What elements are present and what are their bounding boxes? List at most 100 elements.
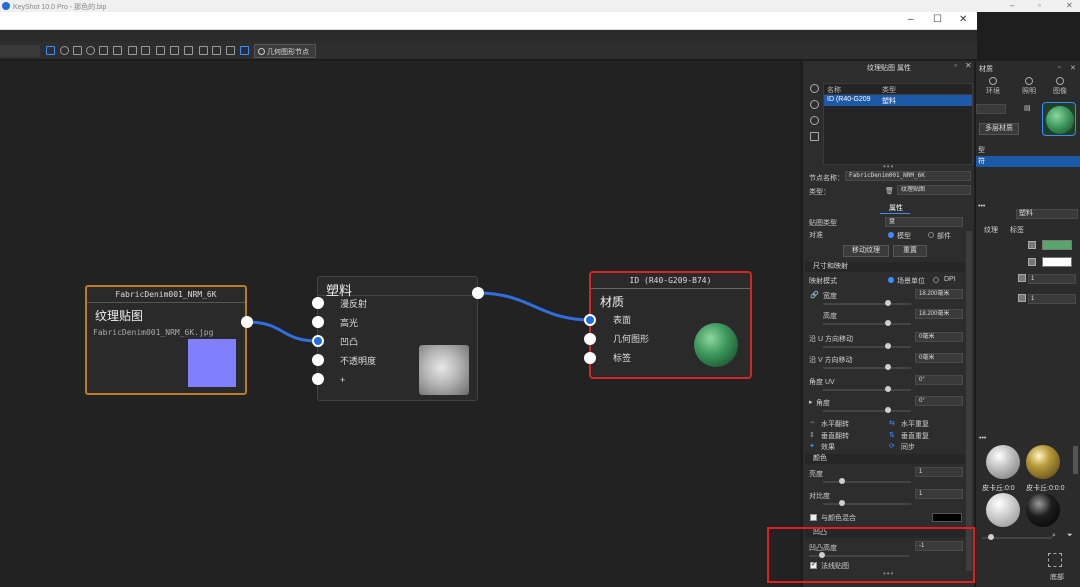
thumb-size-slider-knob[interactable]	[988, 534, 994, 540]
section-size-mapping[interactable]: 尺寸和映射	[805, 262, 965, 272]
node-table-row[interactable]: ID (R40-G209 塑料	[824, 95, 972, 106]
library-float-icon[interactable]: ▫	[1058, 64, 1060, 71]
material-thumb-4[interactable]	[1026, 493, 1060, 527]
material-thumb-1[interactable]	[986, 445, 1020, 479]
contrast-slider-knob[interactable]	[839, 500, 845, 506]
unlink-icon[interactable]	[810, 116, 819, 125]
diffuse-texture-icon[interactable]	[1028, 241, 1036, 249]
contrast-field[interactable]: 1	[915, 489, 963, 499]
texture-output-port[interactable]	[241, 316, 253, 328]
roughness-field[interactable]: 1	[1028, 274, 1076, 284]
blend-color-swatch[interactable]	[932, 513, 962, 522]
opacity-port[interactable]	[312, 354, 324, 366]
material-thumb-2[interactable]	[1026, 445, 1060, 479]
labels-port[interactable]	[584, 352, 596, 364]
v-flip-icon[interactable]: ⇕	[809, 431, 815, 439]
props-float-icon[interactable]: ▫	[954, 61, 957, 70]
effect-label[interactable]: 效果	[821, 442, 835, 452]
refresh-node-icon[interactable]	[810, 84, 819, 93]
v-move-slider[interactable]	[823, 364, 911, 370]
angle-slider-knob[interactable]	[885, 407, 891, 413]
contrast-slider[interactable]	[823, 500, 911, 506]
brightness-field[interactable]: 1	[915, 467, 963, 477]
uv-angle-slider-knob[interactable]	[885, 386, 891, 392]
height-slider-knob[interactable]	[885, 320, 891, 326]
h-repeat-icon[interactable]: ⇆	[889, 419, 895, 427]
section-color[interactable]: 颜色	[805, 454, 965, 464]
align-model-radio[interactable]	[888, 232, 894, 238]
plastic-node[interactable]: 塑料 漫反射 高光 凹凸 不透明度 +	[317, 276, 478, 401]
props-scrollbar[interactable]	[966, 231, 972, 571]
thumb-size-slider[interactable]	[982, 534, 1052, 540]
library-close-icon[interactable]: ✕	[1070, 64, 1076, 72]
material-type-dropdown[interactable]: 塑料	[1016, 209, 1078, 219]
tab-lighting[interactable]: 照明	[1018, 77, 1040, 96]
trash-node-icon[interactable]	[810, 132, 819, 141]
geometry-port[interactable]	[584, 333, 596, 345]
tab-attributes[interactable]: 属性	[889, 203, 903, 213]
refraction-field[interactable]: 1	[1028, 294, 1076, 304]
material-thumb-3[interactable]	[986, 493, 1020, 527]
diffuse-port[interactable]	[312, 297, 324, 309]
h-flip-label[interactable]: 水平翻转	[821, 419, 849, 429]
material-name-field[interactable]	[976, 104, 1006, 114]
multi-layer-material-button[interactable]: 多层材质	[979, 123, 1019, 135]
v-move-field[interactable]: 0毫米	[915, 353, 963, 363]
type-trash-icon[interactable]: 🗑	[885, 187, 894, 195]
library-dots[interactable]: •••	[979, 435, 986, 442]
brightness-slider-knob[interactable]	[839, 478, 845, 484]
diffuse-color-swatch[interactable]	[1042, 240, 1072, 250]
blend-color-checkbox[interactable]	[810, 514, 817, 521]
width-field[interactable]: 18.200毫米	[915, 289, 963, 299]
plastic-output-port[interactable]	[472, 287, 484, 299]
tab-label[interactable]: 标签	[1010, 225, 1024, 235]
specular-texture-icon[interactable]	[1028, 258, 1036, 266]
map-type-select[interactable]: 盘	[885, 217, 963, 227]
sync-icon[interactable]: ⟳	[889, 442, 895, 450]
v-repeat-icon[interactable]: ⇅	[889, 431, 895, 439]
texture-node[interactable]: FabricDenim001_NRM_6K 纹理贴图 FabricDenim00…	[85, 285, 247, 395]
search-icon[interactable]: ⌕	[1052, 532, 1056, 540]
move-texture-button[interactable]: 移动纹理	[843, 245, 889, 257]
link-size-icon[interactable]: 🔗	[810, 291, 819, 299]
link-icon[interactable]	[810, 100, 819, 109]
refraction-texture-icon[interactable]	[1018, 294, 1026, 302]
brightness-slider[interactable]	[823, 478, 911, 484]
angle-field[interactable]: 0°	[915, 396, 963, 406]
height-slider[interactable]	[823, 320, 911, 326]
effect-icon[interactable]: ✦	[809, 442, 815, 450]
props-close-icon[interactable]: ✕	[965, 61, 972, 70]
type-field[interactable]: 纹理贴图	[897, 185, 971, 195]
material-node[interactable]: ID (R40-G209-B74) 材质 表面 几何图形 标签	[589, 271, 752, 379]
filter-icon[interactable]: ⏷	[1067, 532, 1073, 540]
uv-angle-field[interactable]: 0°	[915, 375, 963, 385]
angle-slider[interactable]	[823, 407, 911, 413]
h-flip-icon[interactable]: ⇔	[809, 419, 816, 426]
scene-units-radio[interactable]	[888, 277, 894, 283]
library-scrollbar[interactable]	[1073, 446, 1078, 474]
v-move-slider-knob[interactable]	[885, 364, 891, 370]
bump-port[interactable]	[312, 335, 324, 347]
tab-environment[interactable]: 环境	[982, 77, 1004, 96]
dpi-radio[interactable]	[933, 277, 939, 283]
uv-angle-slider[interactable]	[823, 386, 911, 392]
bottom-label[interactable]: 底部	[1050, 572, 1064, 582]
v-flip-label[interactable]: 垂直翻转	[821, 431, 849, 441]
add-port[interactable]	[312, 373, 324, 385]
align-part-radio[interactable]	[928, 232, 934, 238]
current-material-preview[interactable]	[1042, 102, 1076, 136]
table-resize-handle[interactable]: •••	[883, 162, 894, 171]
tab-texture[interactable]: 纹理	[984, 225, 998, 235]
roughness-texture-icon[interactable]	[1018, 274, 1026, 282]
node-name-field[interactable]: FabricDenim001_NRM_6K	[845, 171, 971, 181]
tab-image[interactable]: 图像	[1049, 77, 1071, 96]
more-dots[interactable]: •••	[978, 203, 985, 210]
height-field[interactable]: 18.200毫米	[915, 309, 963, 319]
u-move-field[interactable]: 0毫米	[915, 332, 963, 342]
angle-expand-icon[interactable]: ▸	[809, 398, 813, 406]
sync-label[interactable]: 同步	[901, 442, 915, 452]
width-slider[interactable]	[823, 300, 911, 306]
selected-material-row[interactable]: 符	[976, 156, 1080, 167]
u-move-slider-knob[interactable]	[885, 343, 891, 349]
u-move-slider[interactable]	[823, 343, 911, 349]
